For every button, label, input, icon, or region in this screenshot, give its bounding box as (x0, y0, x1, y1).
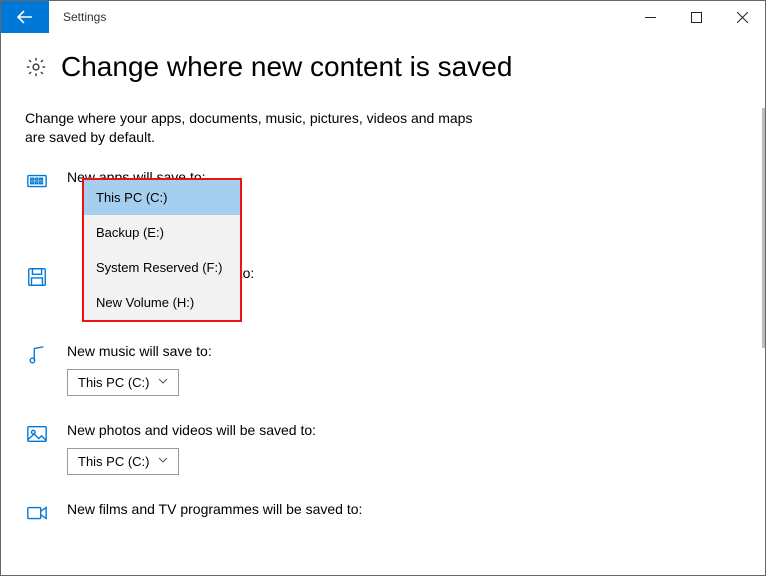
save-icon (25, 266, 49, 288)
gear-icon (25, 56, 47, 78)
apps-icon (25, 170, 49, 192)
photos-item: New photos and videos will be saved to: … (25, 422, 741, 475)
minimize-button[interactable] (627, 1, 673, 33)
titlebar-spacer (120, 1, 627, 33)
dropdown-option[interactable]: Backup (E:) (84, 215, 240, 250)
photo-icon (25, 423, 49, 445)
dropdown-option[interactable]: New Volume (H:) (84, 285, 240, 320)
photos-label: New photos and videos will be saved to: (67, 422, 741, 438)
chevron-down-icon (158, 376, 168, 389)
music-location-value: This PC (C:) (78, 375, 150, 390)
films-label: New films and TV programmes will be save… (67, 501, 741, 517)
video-icon (25, 502, 49, 524)
chevron-down-icon (158, 455, 168, 468)
apps-location-dropdown[interactable]: This PC (C:) Backup (E:) System Reserved… (82, 178, 242, 322)
content-area: Change where your apps, documents, music… (1, 91, 765, 527)
music-label: New music will save to: (67, 343, 741, 359)
back-button[interactable] (1, 1, 49, 33)
photos-location-value: This PC (C:) (78, 454, 150, 469)
music-note-icon (25, 344, 49, 366)
scrollbar[interactable] (762, 108, 765, 348)
page-header: Change where new content is saved (1, 33, 765, 91)
window-title: Settings (49, 1, 120, 33)
maximize-button[interactable] (673, 1, 719, 33)
page-title: Change where new content is saved (61, 51, 512, 83)
dropdown-option[interactable]: System Reserved (F:) (84, 250, 240, 285)
titlebar: Settings (1, 1, 765, 33)
films-item: New films and TV programmes will be save… (25, 501, 741, 527)
close-button[interactable] (719, 1, 765, 33)
photos-location-combobox[interactable]: This PC (C:) (67, 448, 179, 475)
page-description: Change where your apps, documents, music… (25, 109, 485, 147)
music-location-combobox[interactable]: This PC (C:) (67, 369, 179, 396)
dropdown-option[interactable]: This PC (C:) (84, 180, 240, 215)
save-location-list: New apps will save to: This PC (C:) Back… (25, 169, 741, 527)
music-item: New music will save to: This PC (C:) (25, 343, 741, 396)
